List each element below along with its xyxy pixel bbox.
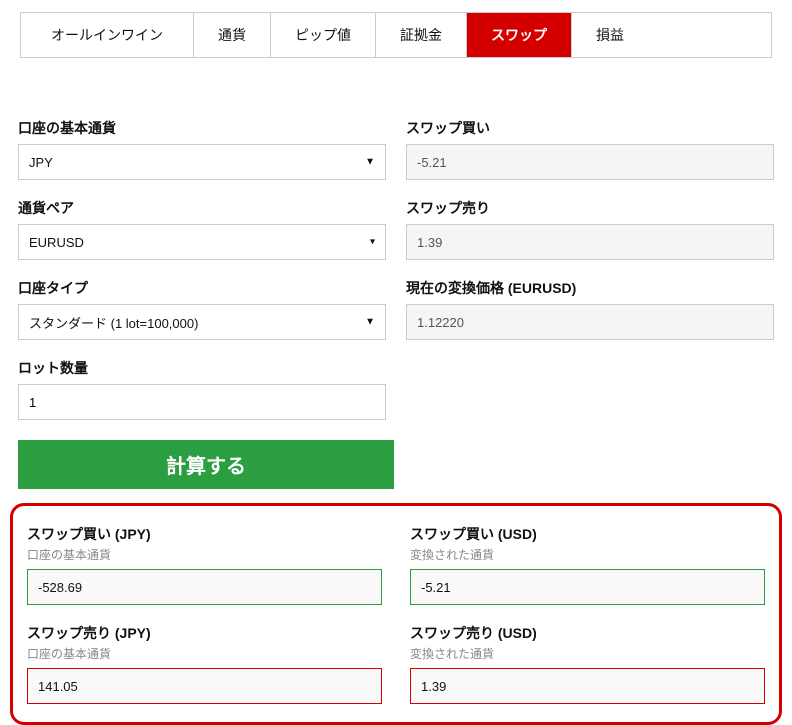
pair-label: 通貨ペア [18, 198, 386, 218]
result-buy-jpy-value: -528.69 [27, 569, 382, 605]
tab-pip-value[interactable]: ピップ値 [271, 13, 376, 57]
account-type-select[interactable]: スタンダード (1 lot=100,000) ▼ [18, 304, 386, 340]
conv-price-value: 1.12220 [417, 315, 464, 330]
tab-all-in-one[interactable]: オールインワイン [21, 13, 194, 57]
base-currency-select[interactable]: JPY ▼ [18, 144, 386, 180]
base-currency-label: 口座の基本通貨 [18, 118, 386, 138]
result-buy-usd-sub: 変換された通貨 [410, 546, 765, 563]
pair-select[interactable]: EURUSD ▾ [18, 224, 386, 260]
chevron-down-icon: ▼ [365, 317, 375, 328]
pair-value: EURUSD [29, 235, 84, 250]
tab-swap[interactable]: スワップ [467, 13, 572, 57]
base-currency-value: JPY [29, 155, 53, 170]
result-buy-jpy-sub: 口座の基本通貨 [27, 546, 382, 563]
swap-buy-label: スワップ買い [406, 118, 774, 138]
tab-margin[interactable]: 証拠金 [376, 13, 467, 57]
result-sell-usd-label: スワップ売り (USD) [410, 623, 765, 643]
lots-label: ロット数量 [18, 358, 386, 378]
account-type-value: スタンダード (1 lot=100,000) [29, 313, 198, 332]
result-buy-jpy-label: スワップ買い (JPY) [27, 524, 382, 544]
result-sell-jpy-value: 141.05 [27, 668, 382, 704]
result-sell-usd-value: 1.39 [410, 668, 765, 704]
calculate-button[interactable]: 計算する [18, 440, 394, 489]
result-buy-usd-label: スワップ買い (USD) [410, 524, 765, 544]
swap-sell-value: 1.39 [417, 235, 442, 250]
swap-sell-field: 1.39 [406, 224, 774, 260]
result-buy-usd-value: -5.21 [410, 569, 765, 605]
result-sell-jpy-sub: 口座の基本通貨 [27, 645, 382, 662]
swap-sell-label: スワップ売り [406, 198, 774, 218]
conv-price-field: 1.12220 [406, 304, 774, 340]
lots-input[interactable] [18, 384, 386, 420]
result-sell-jpy-label: スワップ売り (JPY) [27, 623, 382, 643]
chevron-down-icon: ▾ [370, 237, 375, 248]
results-panel: スワップ買い (JPY) 口座の基本通貨 -528.69 スワップ売り (JPY… [10, 503, 782, 725]
tab-currency[interactable]: 通貨 [194, 13, 271, 57]
tab-profit-loss[interactable]: 損益 [572, 13, 648, 57]
account-type-label: 口座タイプ [18, 278, 386, 298]
result-sell-usd-sub: 変換された通貨 [410, 645, 765, 662]
swap-buy-value: -5.21 [417, 155, 447, 170]
chevron-down-icon: ▼ [365, 157, 375, 168]
tab-bar: オールインワイン 通貨 ピップ値 証拠金 スワップ 損益 [20, 12, 772, 58]
conv-price-label: 現在の変換価格 (EURUSD) [406, 278, 774, 298]
swap-buy-field: -5.21 [406, 144, 774, 180]
